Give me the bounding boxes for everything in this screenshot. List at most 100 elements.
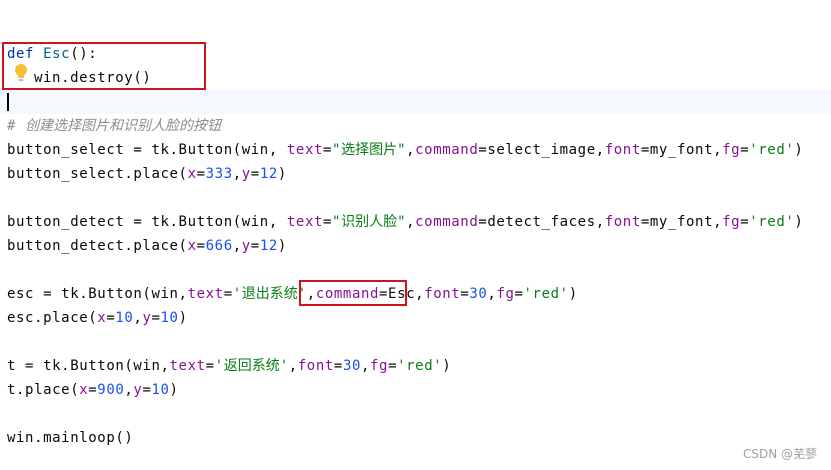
code-token-default: win.mainloop() bbox=[7, 430, 134, 446]
code-token-arg: fg bbox=[496, 286, 515, 302]
code-token-num: 10 bbox=[115, 310, 134, 326]
code-token-num: 30 bbox=[469, 286, 488, 302]
code-token-num: 666 bbox=[205, 238, 233, 254]
highlight-box-command-arg bbox=[299, 280, 407, 306]
code-token-str: " bbox=[397, 142, 407, 158]
code-token-default: , bbox=[288, 358, 298, 374]
code-token-default: = bbox=[250, 166, 260, 182]
code-token-arg: text bbox=[286, 214, 324, 230]
code-token-default: t.place( bbox=[7, 382, 80, 398]
code-token-arg: x bbox=[187, 166, 197, 182]
code-token-default: = bbox=[460, 286, 470, 302]
code-token-str: ' bbox=[214, 358, 224, 374]
code-token-arg: fg bbox=[370, 358, 389, 374]
code-token-default: , bbox=[361, 358, 371, 374]
code-token-default: = bbox=[388, 358, 398, 374]
code-token-default: , bbox=[406, 142, 416, 158]
csdn-watermark: CSDN @芜蓼 bbox=[742, 447, 817, 461]
code-token-arg: font bbox=[604, 214, 641, 230]
code-token-str: 'red' bbox=[749, 142, 795, 158]
code-token-default: , bbox=[232, 238, 242, 254]
code-token-num: 12 bbox=[259, 166, 278, 182]
code-token-str: 'red' bbox=[523, 286, 569, 302]
code-line[interactable]: # 创建选择图片和识别人脸的按钮 bbox=[7, 114, 221, 138]
code-token-default: = bbox=[333, 358, 343, 374]
code-token-num: 900 bbox=[97, 382, 125, 398]
code-token-comment: 创建选择图片和识别人脸的按钮 bbox=[25, 118, 222, 134]
code-token-arg: font bbox=[424, 286, 461, 302]
code-token-default: = bbox=[196, 166, 206, 182]
code-token-str: 退出系统 bbox=[241, 286, 298, 302]
code-token-default: button_select.place( bbox=[7, 166, 188, 182]
code-token-num: 10 bbox=[151, 382, 170, 398]
code-token-default: ) bbox=[277, 166, 287, 182]
code-line[interactable]: win.mainloop() bbox=[7, 426, 133, 450]
code-token-str: ' bbox=[279, 358, 289, 374]
code-line[interactable]: button_select.place(x=333,y=12) bbox=[7, 162, 287, 186]
code-token-default: ) bbox=[277, 238, 287, 254]
code-token-default: = bbox=[323, 214, 333, 230]
code-token-default: =my_font, bbox=[640, 142, 723, 158]
code-token-default: ) bbox=[568, 286, 578, 302]
code-token-str: " bbox=[332, 214, 342, 230]
code-token-str: 'red' bbox=[749, 214, 795, 230]
code-token-default: = bbox=[151, 310, 161, 326]
code-token-str: ' bbox=[232, 286, 242, 302]
code-token-arg: text bbox=[169, 358, 206, 374]
code-token-default: = bbox=[88, 382, 98, 398]
code-token-default: button_detect = tk.Button(win, bbox=[7, 214, 287, 230]
code-token-num: 30 bbox=[342, 358, 361, 374]
code-token-default: = bbox=[323, 142, 333, 158]
code-token-str: 返回系统 bbox=[223, 358, 280, 374]
code-token-arg: font bbox=[604, 142, 641, 158]
code-token-str: " bbox=[332, 142, 342, 158]
code-token-default: ) bbox=[169, 382, 179, 398]
code-token-comment: # bbox=[7, 118, 26, 134]
code-token-num: 333 bbox=[205, 166, 233, 182]
code-token-arg: y bbox=[241, 166, 251, 182]
highlight-box-esc-function bbox=[2, 42, 206, 90]
code-token-default: = bbox=[223, 286, 233, 302]
code-line[interactable]: esc = tk.Button(win,text='退出系统',command=… bbox=[7, 282, 578, 306]
code-token-default: = bbox=[250, 238, 260, 254]
code-token-arg: text bbox=[187, 286, 224, 302]
code-token-arg: font bbox=[297, 358, 334, 374]
code-line[interactable]: esc.place(x=10,y=10) bbox=[7, 306, 188, 330]
code-line[interactable]: button_detect.place(x=666,y=12) bbox=[7, 234, 287, 258]
code-token-default: esc = tk.Button(win, bbox=[7, 286, 188, 302]
code-token-default: = bbox=[740, 142, 750, 158]
code-token-default: =my_font, bbox=[640, 214, 723, 230]
code-token-arg: fg bbox=[722, 142, 741, 158]
code-line[interactable]: button_select = tk.Button(win, text="选择图… bbox=[7, 138, 803, 162]
code-token-arg: text bbox=[286, 142, 324, 158]
code-token-arg: x bbox=[187, 238, 197, 254]
code-token-str: 选择图片 bbox=[341, 142, 398, 158]
code-token-default: = bbox=[196, 238, 206, 254]
code-token-default: esc.place( bbox=[7, 310, 98, 326]
code-line[interactable]: t = tk.Button(win,text='返回系统',font=30,fg… bbox=[7, 354, 451, 378]
code-token-default: ) bbox=[794, 142, 804, 158]
caret-line-highlight bbox=[0, 90, 831, 114]
code-token-default: button_detect.place( bbox=[7, 238, 188, 254]
code-editor[interactable]: def Esc(): win.destroy() # 创建选择图片和识别人脸的按钮 b… bbox=[0, 0, 831, 470]
code-token-default: , bbox=[406, 214, 416, 230]
code-line[interactable]: button_detect = tk.Button(win, text="识别人… bbox=[7, 210, 803, 234]
code-token-arg: fg bbox=[722, 214, 741, 230]
code-token-arg: y bbox=[241, 238, 251, 254]
code-token-arg: command bbox=[415, 142, 479, 158]
code-token-default: button_select = tk.Button(win, bbox=[7, 142, 287, 158]
code-token-default: ) bbox=[178, 310, 188, 326]
code-token-default: = bbox=[514, 286, 524, 302]
code-token-default: =detect_faces, bbox=[478, 214, 605, 230]
code-token-default: = bbox=[205, 358, 215, 374]
code-token-default: = bbox=[106, 310, 116, 326]
code-token-num: 10 bbox=[160, 310, 179, 326]
code-line[interactable]: t.place(x=900,y=10) bbox=[7, 378, 179, 402]
code-token-str: 'red' bbox=[397, 358, 443, 374]
code-token-default: t = tk.Button(win, bbox=[7, 358, 170, 374]
code-token-str: " bbox=[397, 214, 407, 230]
code-token-arg: command bbox=[415, 214, 479, 230]
code-token-default: ) bbox=[794, 214, 804, 230]
code-token-arg: x bbox=[97, 310, 107, 326]
code-token-default: =select_image, bbox=[478, 142, 605, 158]
